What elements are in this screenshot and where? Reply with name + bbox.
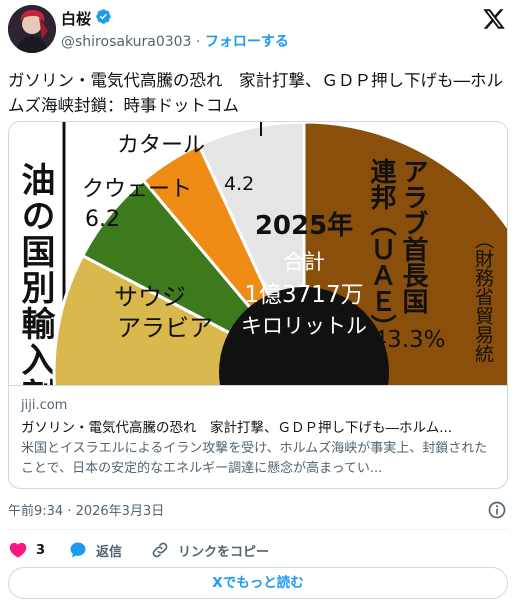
copy-link-button[interactable]: リンクをコピー bbox=[150, 538, 269, 562]
card-info[interactable]: jiji.com ガソリン・電気代高騰の恐れ 家計打撃、ＧＤＰ押し下げも―ホルム… bbox=[9, 385, 507, 488]
value-uae: 43.3% bbox=[372, 327, 445, 353]
display-name[interactable]: 白桜 bbox=[61, 8, 91, 29]
card-description: 米国とイスラエルによるイラン攻撃を受け、ホルムズ海峡が事実上、封鎖されたことで、… bbox=[21, 441, 488, 476]
like-count: 3 bbox=[36, 542, 46, 558]
like-button[interactable]: 3 bbox=[8, 538, 45, 562]
link-icon bbox=[152, 542, 168, 558]
handle-row: @shirosakura0303 · フォローする bbox=[61, 31, 289, 51]
avatar[interactable] bbox=[8, 5, 56, 53]
label-kuwait: クウェート bbox=[82, 177, 192, 202]
card-image: 油の国別輸入割合 2025年 合計 1億3717万 キロリットル カタール 4.… bbox=[9, 122, 507, 385]
verified-badge-icon bbox=[96, 9, 111, 24]
reply-label: 返信 bbox=[96, 544, 123, 560]
action-bar: 3 返信 リンクをコピー bbox=[8, 538, 508, 562]
center-total-value: 1億3717万 bbox=[244, 282, 363, 308]
copy-link-label: リンクをコピー bbox=[178, 544, 270, 560]
user-handle[interactable]: @shirosakura0303 bbox=[61, 34, 191, 50]
pie-chart-graphic: 油の国別輸入割合 2025年 合計 1億3717万 キロリットル カタール 4.… bbox=[9, 122, 507, 385]
tweet-timestamp[interactable]: 午前9:34 · 2026年3月3日 bbox=[8, 500, 164, 519]
read-more-button[interactable]: Xでもっと読む bbox=[8, 567, 508, 599]
label-saudi-2: アラビア bbox=[117, 314, 213, 342]
reply-button[interactable]: 返信 bbox=[68, 538, 122, 562]
separator-dot: · bbox=[195, 34, 201, 50]
divider bbox=[8, 529, 508, 530]
chart-heading-1: 油の国別輸入割合 bbox=[15, 162, 55, 385]
center-total-unit: キロリットル bbox=[241, 314, 367, 338]
follow-button[interactable]: フォローする bbox=[205, 34, 289, 50]
link-card[interactable]: 油の国別輸入割合 2025年 合計 1億3717万 キロリットル カタール 4.… bbox=[8, 121, 508, 489]
center-total-label: 合計 bbox=[283, 250, 325, 274]
value-kuwait: 6.2 bbox=[85, 207, 120, 232]
value-qatar: 4.2 bbox=[224, 173, 254, 195]
center-year: 2025年 bbox=[255, 210, 353, 241]
info-icon[interactable] bbox=[487, 500, 507, 520]
source-note: （財務省貿易統 bbox=[472, 230, 494, 363]
tweet-text: ガソリン・電気代高騰の恐れ 家計打撃、ＧＤＰ押し下げも―ホルムズ海峡封鎖：時事ド… bbox=[8, 71, 503, 115]
card-domain: jiji.com bbox=[21, 398, 68, 413]
tweet-header: 白桜 @shirosakura0303 · フォローする bbox=[0, 0, 520, 60]
card-title[interactable]: ガソリン・電気代高騰の恐れ 家計打撃、ＧＤＰ押し下げも―ホルム... bbox=[21, 417, 495, 439]
value-saudi: 39.4 bbox=[234, 365, 283, 385]
x-logo-icon[interactable] bbox=[482, 7, 506, 31]
label-qatar: カタール bbox=[117, 133, 205, 158]
speech-bubble-icon bbox=[70, 542, 86, 558]
label-uae-col1: アラブ首長国 bbox=[398, 158, 428, 314]
heart-icon bbox=[9, 542, 27, 558]
label-saudi-1: サウジ bbox=[114, 283, 186, 311]
label-uae-col2: 連邦（ＵＡＥ） bbox=[366, 158, 396, 340]
